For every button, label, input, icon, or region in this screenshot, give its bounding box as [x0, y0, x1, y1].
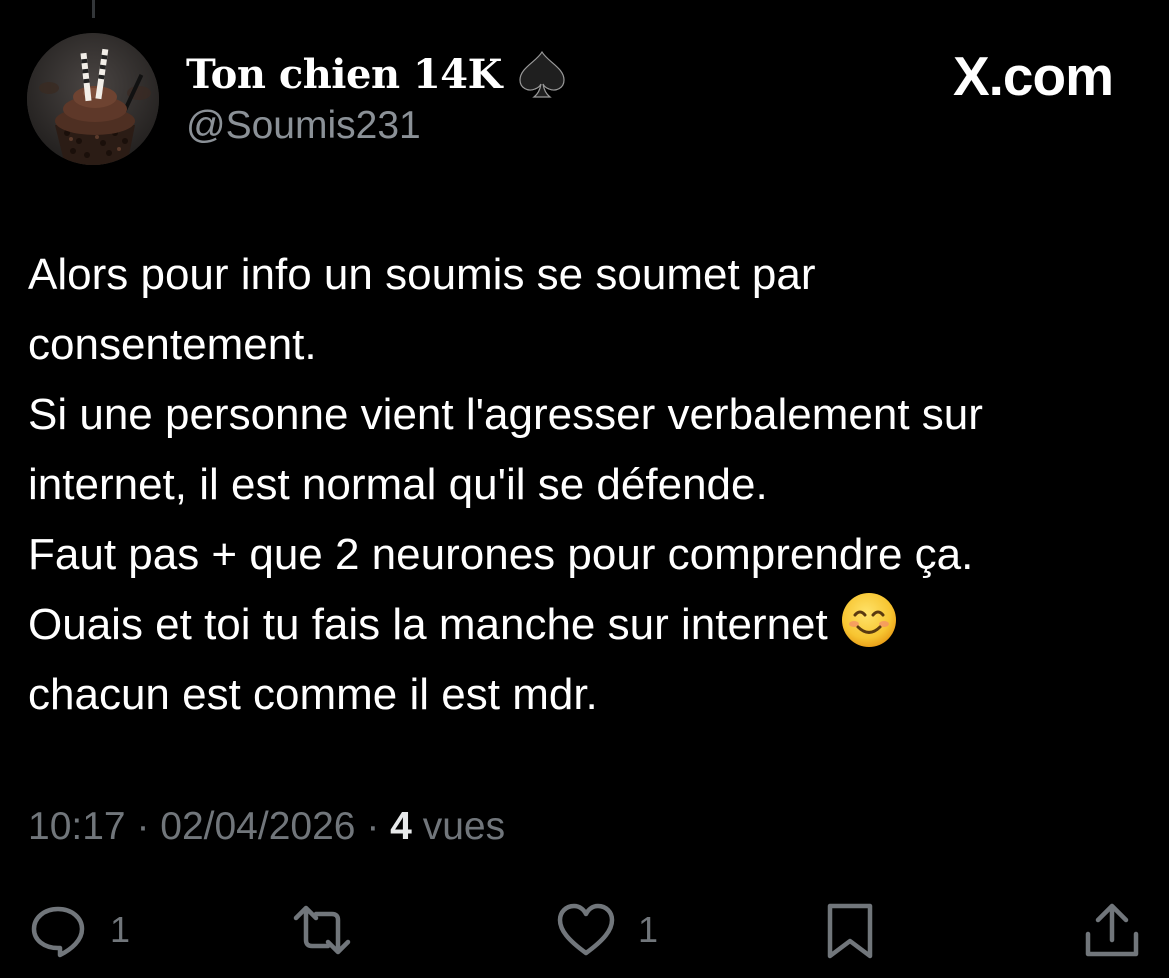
share-button[interactable] — [1082, 898, 1142, 962]
views-count: 4 — [390, 805, 412, 848]
brand-logo: X.com — [952, 45, 1114, 107]
action-bar: 1 1 — [0, 898, 1169, 962]
display-name-row[interactable]: Ton chien 14K — [186, 46, 570, 102]
heart-icon — [557, 903, 615, 956]
display-name[interactable]: Ton chien 14K — [186, 51, 502, 98]
user-handle[interactable]: @Soumis231 — [186, 104, 421, 148]
tweet-meta: 10:17 · 02/04/2026 · 4 vues — [28, 805, 505, 849]
cupcake-avatar-icon — [27, 33, 159, 165]
tweet-line-with-emoji: Ouais et toi tu fais la manche sur inter… — [28, 590, 1153, 660]
tweet-line: Ouais et toi tu fais la manche sur inter… — [28, 600, 828, 649]
tweet-line: chacun est comme il est mdr. — [28, 670, 598, 719]
reply-icon — [31, 906, 85, 958]
meta-separator: · — [355, 805, 391, 848]
retweet-icon — [293, 905, 351, 955]
spade-icon — [519, 50, 565, 98]
smiling-face-icon — [841, 593, 896, 647]
tweet-text: Alors pour info un soumis se soumet par … — [28, 240, 1153, 730]
meta-separator: · — [125, 805, 161, 848]
retweet-button[interactable] — [292, 898, 352, 962]
tweet-line: Alors pour info un soumis se soumet par — [28, 250, 816, 299]
reply-count: 1 — [110, 909, 131, 950]
tweet-line: internet, il est normal qu'il se défende… — [28, 460, 768, 509]
thread-connector-line — [92, 0, 95, 18]
tweet-line: Si une personne vient l'agresser verbale… — [28, 390, 983, 439]
avatar[interactable] — [27, 33, 159, 165]
like-count: 1 — [638, 909, 659, 950]
tweet-line: consentement. — [28, 320, 317, 369]
views-label: vues — [411, 805, 506, 848]
share-icon — [1085, 903, 1139, 957]
tweet-date[interactable]: 02/04/2026 — [160, 805, 355, 848]
tweet-time[interactable]: 10:17 — [28, 805, 126, 848]
like-button[interactable]: 1 — [556, 898, 658, 962]
tweet-line: Faut pas + que 2 neurones pour comprendr… — [28, 530, 974, 579]
bookmark-button[interactable] — [820, 898, 880, 962]
bookmark-icon — [827, 903, 873, 959]
reply-button[interactable]: 1 — [28, 898, 130, 962]
